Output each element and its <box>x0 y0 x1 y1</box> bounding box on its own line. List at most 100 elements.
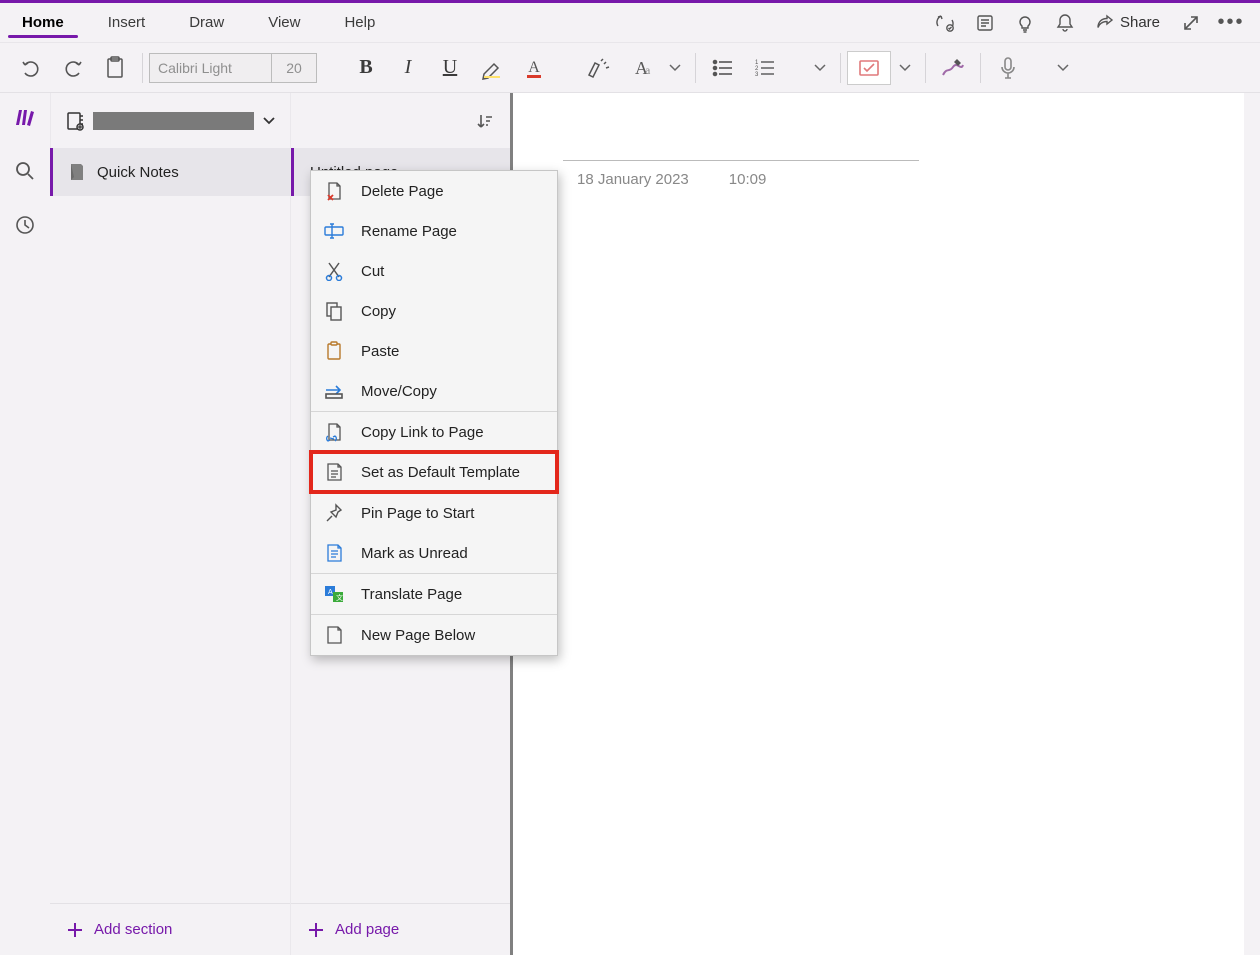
context-menu: Delete Page Rename Page Cut Copy Paste M… <box>310 170 558 656</box>
text-styles-button[interactable]: Aa <box>619 47 661 89</box>
notebook-icon <box>65 111 85 131</box>
scrollbar-track[interactable] <box>1244 93 1260 955</box>
italic-button[interactable]: I <box>387 47 429 89</box>
sort-icon[interactable] <box>476 112 494 130</box>
copy-link-icon <box>323 421 345 443</box>
template-icon <box>323 461 345 483</box>
cm-label: Paste <box>361 343 399 360</box>
notebooks-icon[interactable] <box>13 105 37 129</box>
section-icon <box>69 162 85 182</box>
tab-label: Draw <box>189 14 224 31</box>
bold-button[interactable]: B <box>345 47 387 89</box>
canvas[interactable]: 18 January 2023 10:09 <box>510 93 1260 955</box>
cm-paste[interactable]: Paste <box>311 331 557 371</box>
cm-move-copy[interactable]: Move/Copy <box>311 371 557 411</box>
tab-help[interactable]: Help <box>322 3 397 42</box>
cm-label: Translate Page <box>361 586 462 603</box>
tab-draw[interactable]: Draw <box>167 3 246 42</box>
cm-label: Move/Copy <box>361 383 437 400</box>
nav-rail <box>0 93 50 955</box>
tab-label: Help <box>344 14 375 31</box>
sections-pane: Quick Notes Add section <box>50 93 290 955</box>
more-icon[interactable]: ••• <box>1212 4 1250 42</box>
list-dropdown-icon[interactable] <box>806 64 834 72</box>
cm-label: Copy Link to Page <box>361 424 484 441</box>
redo-button[interactable] <box>52 47 94 89</box>
add-page-button[interactable]: Add page <box>291 903 510 955</box>
ribbon-separator <box>840 53 841 83</box>
font-selector[interactable]: Calibri Light 20 <box>149 53 317 83</box>
share-button[interactable]: Share <box>1086 4 1170 42</box>
svg-text:A: A <box>528 59 540 76</box>
cm-rename-page[interactable]: Rename Page <box>311 211 557 251</box>
tab-home[interactable]: Home <box>0 3 86 42</box>
numbered-list-button[interactable]: 123 <box>744 47 786 89</box>
add-section-button[interactable]: Add section <box>50 903 290 955</box>
dictate-dropdown-icon[interactable] <box>1049 64 1077 72</box>
tag-dropdown-icon[interactable] <box>891 64 919 72</box>
highlight-button[interactable] <box>471 47 513 89</box>
pin-icon <box>323 502 345 524</box>
styles-dropdown-icon[interactable] <box>661 64 689 72</box>
tab-view[interactable]: View <box>246 3 322 42</box>
lightbulb-icon[interactable] <box>1006 4 1044 42</box>
undo-button[interactable] <box>10 47 52 89</box>
tab-insert[interactable]: Insert <box>86 3 168 42</box>
sync-status-icon[interactable] <box>926 4 964 42</box>
cm-label: New Page Below <box>361 627 475 644</box>
cm-label: Copy <box>361 303 396 320</box>
cm-delete-page[interactable]: Delete Page <box>311 171 557 211</box>
cm-copy[interactable]: Copy <box>311 291 557 331</box>
search-icon[interactable] <box>13 159 37 183</box>
cm-set-default-template[interactable]: Set as Default Template <box>311 452 557 492</box>
cm-translate[interactable]: A文 Translate Page <box>311 574 557 614</box>
font-name-field[interactable]: Calibri Light <box>150 54 272 82</box>
section-item-quick-notes[interactable]: Quick Notes <box>50 148 290 196</box>
new-page-icon <box>323 624 345 646</box>
svg-text:3: 3 <box>755 72 759 78</box>
rename-icon <box>323 220 345 242</box>
tab-label: Home <box>22 14 64 31</box>
ribbon-separator <box>980 53 981 83</box>
cm-new-page-below[interactable]: New Page Below <box>311 615 557 655</box>
cm-copy-link[interactable]: Copy Link to Page <box>311 412 557 452</box>
delete-page-icon <box>323 180 345 202</box>
ribbon-separator <box>925 53 926 83</box>
todo-tag-button[interactable] <box>847 51 891 85</box>
underline-button[interactable]: U <box>429 47 471 89</box>
bullet-list-button[interactable] <box>702 47 744 89</box>
page-time: 10:09 <box>729 171 767 188</box>
page-date: 18 January 2023 <box>577 171 689 188</box>
cm-cut[interactable]: Cut <box>311 251 557 291</box>
font-size-field[interactable]: 20 <box>272 54 316 82</box>
dictate-button[interactable] <box>987 47 1029 89</box>
cm-mark-unread[interactable]: Mark as Unread <box>311 533 557 573</box>
ink-button[interactable] <box>932 47 974 89</box>
clipboard-button[interactable] <box>94 47 136 89</box>
svg-text:a: a <box>645 63 651 77</box>
cm-label: Mark as Unread <box>361 545 468 562</box>
page-title-area[interactable]: 18 January 2023 10:09 <box>513 93 1260 188</box>
clear-formatting-button[interactable] <box>577 47 619 89</box>
font-color-button[interactable]: A <box>513 47 555 89</box>
cut-icon <box>323 260 345 282</box>
feed-icon[interactable] <box>966 4 1004 42</box>
plus-icon <box>307 921 325 939</box>
tabs-right: Share ••• <box>926 3 1260 42</box>
notebook-selector[interactable] <box>50 93 290 148</box>
fullscreen-icon[interactable] <box>1172 4 1210 42</box>
add-page-label: Add page <box>335 921 399 938</box>
cm-pin-page[interactable]: Pin Page to Start <box>311 493 557 533</box>
ribbon: Calibri Light 20 B I U A Aa 123 <box>0 43 1260 93</box>
chevron-down-icon <box>262 116 276 126</box>
recent-icon[interactable] <box>13 213 37 237</box>
cm-label: Rename Page <box>361 223 457 240</box>
pages-header <box>291 93 510 148</box>
tab-label: View <box>268 14 300 31</box>
page-title-underline <box>563 137 919 161</box>
tab-label: Insert <box>108 14 146 31</box>
bell-icon[interactable] <box>1046 4 1084 42</box>
cm-label: Set as Default Template <box>361 464 520 481</box>
ribbon-separator <box>695 53 696 83</box>
tabs-row: Home Insert Draw View Help Share <box>0 3 1260 43</box>
